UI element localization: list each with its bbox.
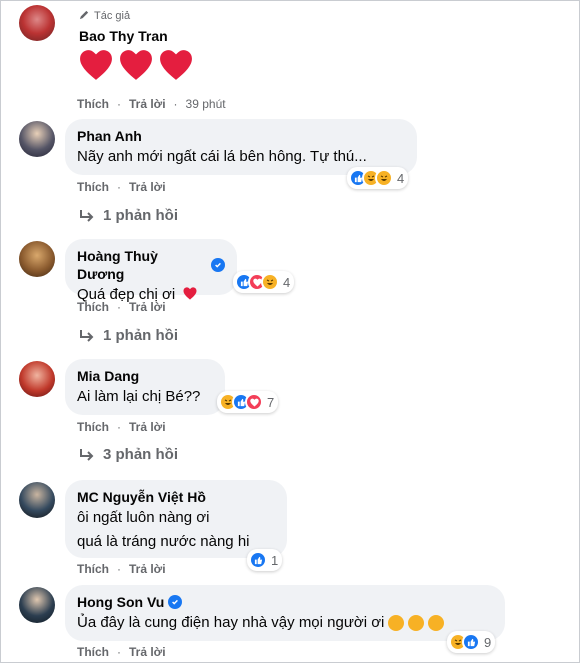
- like-reaction-icon: [462, 633, 480, 651]
- reply-link[interactable]: Trả lời: [129, 300, 166, 314]
- avatar[interactable]: [19, 121, 55, 157]
- view-replies-link[interactable]: 3 phản hồi: [79, 446, 178, 463]
- reaction-summary[interactable]: 4: [347, 167, 409, 189]
- heart-icon: [183, 287, 197, 300]
- comment-text-line: ôi ngất luôn nàng ơi: [77, 509, 210, 526]
- heart-icon: [160, 50, 192, 80]
- reply-link[interactable]: Trả lời: [129, 562, 166, 576]
- haha-reaction-icon: [261, 273, 279, 291]
- avatar[interactable]: [19, 482, 55, 518]
- like-link[interactable]: Thích: [77, 300, 109, 314]
- comment-actions: Thích · Trả lời: [77, 562, 166, 576]
- heart-icon: [120, 50, 152, 80]
- avatar[interactable]: [19, 587, 55, 623]
- like-link[interactable]: Thích: [77, 180, 109, 194]
- comment-text: Ủa đây là cung điện hay nhà vậy mọi ngườ…: [77, 613, 493, 633]
- separator: ·: [117, 97, 121, 111]
- comment-bubble: Mia Dang Ai làm lại chị Bé??: [65, 359, 225, 415]
- author-badge-label: Tác giả: [94, 10, 131, 22]
- comment-text: Ai làm lại chị Bé??: [77, 388, 201, 405]
- laughing-emoji-icon: [408, 615, 425, 631]
- reply-arrow-icon: [80, 448, 94, 461]
- comment-actions: Thích · Trả lời · 39 phút: [77, 97, 226, 111]
- author-badge: Tác giả: [79, 9, 130, 23]
- comment-author[interactable]: Hong Son Vu: [77, 593, 493, 611]
- reaction-count: 7: [267, 394, 275, 410]
- reaction-count: 1: [271, 552, 279, 568]
- laughing-emoji-icon: [388, 615, 405, 631]
- reaction-summary[interactable]: 7: [217, 391, 279, 413]
- like-link[interactable]: Thích: [77, 97, 109, 111]
- comments-panel: Tác giả Bao Thy Tran Thích · Trả lời · 3…: [0, 0, 580, 663]
- like-reaction-icon: [249, 551, 267, 569]
- replies-label: 1 phản hồi: [103, 327, 178, 344]
- like-link[interactable]: Thích: [77, 420, 109, 434]
- like-link[interactable]: Thích: [77, 562, 109, 576]
- timestamp[interactable]: 39 phút: [186, 97, 226, 111]
- reaction-count: 4: [283, 274, 291, 290]
- reply-link[interactable]: Trả lời: [129, 180, 166, 194]
- reaction-summary[interactable]: 1: [247, 549, 283, 571]
- avatar[interactable]: [19, 5, 55, 41]
- comment-author[interactable]: Mia Dang: [77, 367, 213, 385]
- comment-bubble: Hong Son Vu Ủa đây là cung điện hay nhà …: [65, 585, 505, 641]
- avatar[interactable]: [19, 241, 55, 277]
- haha-reaction-icon: [375, 169, 393, 187]
- separator: ·: [117, 562, 121, 576]
- comment-actions: Thích · Trả lời: [77, 300, 166, 314]
- reply-arrow-icon: [80, 329, 94, 342]
- pencil-icon: [79, 9, 90, 23]
- reply-link[interactable]: Trả lời: [129, 97, 166, 111]
- comment-author[interactable]: MC Nguyễn Việt Hồ: [77, 488, 275, 506]
- reply-link[interactable]: Trả lời: [129, 645, 166, 659]
- replies-label: 3 phản hồi: [103, 446, 178, 463]
- avatar[interactable]: [19, 361, 55, 397]
- heart-icon: [80, 50, 112, 80]
- reaction-count: 9: [484, 634, 492, 650]
- reaction-summary[interactable]: 4: [233, 271, 295, 293]
- heart-emojis: [79, 48, 193, 82]
- comment-bubble: Hoàng Thuỳ Dương Quá đẹp chị ơi: [65, 239, 237, 303]
- comment-author[interactable]: Phan Anh: [77, 127, 405, 145]
- comment-text: Nãy anh mới ngất cái lá bên hông. Tự thú…: [77, 148, 367, 165]
- separator: ·: [117, 645, 121, 659]
- separator: ·: [173, 97, 178, 111]
- verified-badge-icon: [168, 595, 183, 609]
- reply-arrow-icon: [80, 209, 94, 222]
- comment-author[interactable]: Hoàng Thuỳ Dương: [77, 247, 225, 283]
- separator: ·: [117, 420, 121, 434]
- comment-author[interactable]: Bao Thy Tran: [79, 27, 168, 45]
- reply-link[interactable]: Trả lời: [129, 420, 166, 434]
- like-link[interactable]: Thích: [77, 645, 109, 659]
- separator: ·: [117, 300, 121, 314]
- replies-label: 1 phản hồi: [103, 207, 178, 224]
- comment-actions: Thích · Trả lời: [77, 180, 166, 194]
- view-replies-link[interactable]: 1 phản hồi: [79, 327, 178, 344]
- separator: ·: [117, 180, 121, 194]
- view-replies-link[interactable]: 1 phản hồi: [79, 207, 178, 224]
- reaction-count: 4: [397, 170, 405, 186]
- laughing-emoji-icon: [428, 615, 445, 631]
- reaction-summary[interactable]: 9: [447, 631, 496, 653]
- comment-actions: Thích · Trả lời: [77, 645, 166, 659]
- verified-badge-icon: [211, 258, 225, 272]
- comment-text-line: quá là tráng nước nàng hi: [77, 533, 250, 550]
- comment-actions: Thích · Trả lời: [77, 420, 166, 434]
- comment-bubble: MC Nguyễn Việt Hồ ôi ngất luôn nàng ơi q…: [65, 480, 287, 558]
- love-reaction-icon: [245, 393, 263, 411]
